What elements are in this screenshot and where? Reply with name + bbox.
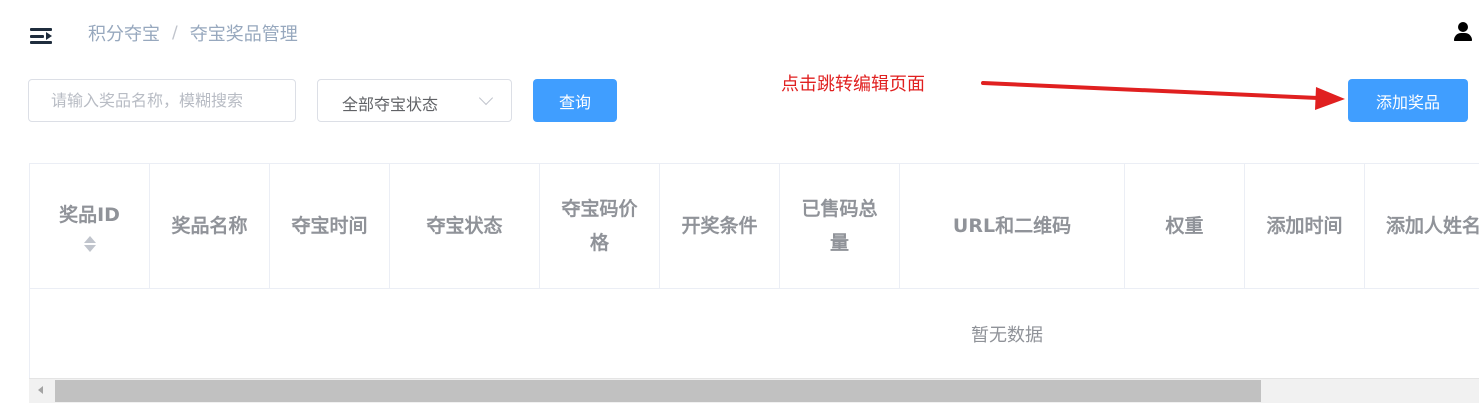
column-header-label: 添加时间 — [1266, 215, 1343, 237]
column-header-draw-time: 夺宝时间 — [270, 164, 390, 288]
scroll-left-arrow-icon[interactable] — [38, 386, 43, 394]
column-header-weight: 权重 — [1125, 164, 1245, 288]
column-header-label: 夺宝时间 — [291, 215, 368, 237]
breadcrumb-separator: / — [172, 23, 178, 43]
sort-caret-icon[interactable] — [83, 234, 96, 254]
column-header-label: 夺宝状态 — [426, 215, 503, 237]
table-header: 奖品ID 奖品名称 夺宝时间 夺宝状态 夺宝码价 格 开奖条件 已售码总 量 U… — [30, 164, 1479, 289]
column-header-url-qrcode: URL和二维码 — [900, 164, 1125, 288]
column-header-prize-id[interactable]: 奖品ID — [30, 164, 150, 288]
column-header-label: URL和二维码 — [952, 215, 1072, 237]
column-header-label: 权重 — [1165, 215, 1204, 237]
chevron-down-icon — [478, 90, 494, 106]
column-header-label: 奖品名称 — [171, 215, 248, 237]
column-header-label: 量 — [829, 232, 849, 254]
column-header-label: 已售码总 — [801, 198, 878, 220]
column-header-prize-name: 奖品名称 — [150, 164, 270, 288]
column-header-add-time: 添加时间 — [1245, 164, 1365, 288]
status-select-value: 全部夺宝状态 — [342, 95, 439, 114]
horizontal-scrollbar[interactable] — [29, 378, 1479, 403]
prize-table: 奖品ID 奖品名称 夺宝时间 夺宝状态 夺宝码价 格 开奖条件 已售码总 量 U… — [29, 163, 1479, 403]
column-header-code-price: 夺宝码价 格 — [540, 164, 660, 288]
status-select[interactable]: 全部夺宝状态 — [317, 79, 512, 122]
column-header-draw-condition: 开奖条件 — [660, 164, 780, 288]
column-header-added-by: 添加人姓名 — [1365, 164, 1479, 288]
column-header-label: 开奖条件 — [681, 215, 758, 237]
column-header-label: 夺宝码价 — [561, 198, 638, 220]
breadcrumb: 积分夺宝 / 夺宝奖品管理 — [88, 19, 298, 47]
annotation-text: 点击跳转编辑页面 — [781, 74, 925, 95]
query-button[interactable]: 查询 — [533, 79, 617, 122]
table-empty-text: 暂无数据 — [971, 325, 1043, 346]
breadcrumb-item-current: 夺宝奖品管理 — [189, 24, 298, 45]
column-header-label: 格 — [589, 232, 609, 254]
scrollbar-thumb[interactable] — [55, 380, 1261, 402]
column-header-label: 奖品ID — [59, 204, 120, 226]
add-prize-button[interactable]: 添加奖品 — [1348, 79, 1468, 122]
column-header-draw-status: 夺宝状态 — [390, 164, 540, 288]
menu-fold-icon[interactable] — [30, 26, 56, 46]
user-icon[interactable] — [1453, 22, 1473, 44]
column-header-sold-total: 已售码总 量 — [780, 164, 900, 288]
column-header-label: 添加人姓名 — [1386, 215, 1479, 237]
breadcrumb-item-root[interactable]: 积分夺宝 — [88, 20, 160, 46]
prize-name-search-input[interactable] — [28, 79, 296, 122]
